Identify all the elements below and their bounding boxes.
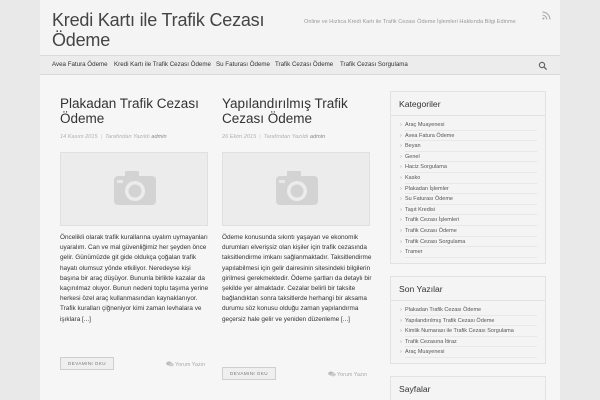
comment-label: Yorum Yazın	[175, 362, 206, 368]
post-thumbnail[interactable]	[60, 152, 208, 226]
post-author[interactable]: admin	[151, 134, 166, 140]
read-more-button[interactable]: DEVAMINI OKU	[222, 367, 276, 380]
rss-icon[interactable]	[542, 11, 551, 20]
recent-post-link[interactable]: Yapılandırılmış Trafik Cezası Ödeme	[400, 316, 537, 327]
nav-item-avea[interactable]: Avea Fatura Ödeme	[52, 61, 108, 68]
nav-item-su-faturasi[interactable]: Su Faturası Ödeme	[216, 61, 270, 68]
categories-widget: Kategoriler Araç Muayenesi Avea Fatura Ö…	[390, 91, 546, 264]
recent-post-link[interactable]: Kimlik Numarası ile Trafik Cezası Sorgul…	[400, 326, 537, 337]
post-title[interactable]: Plakadan Trafik Cezası Ödeme	[60, 96, 208, 128]
post-card: Plakadan Trafik Cezası Ödeme 14 Kasım 20…	[60, 96, 208, 323]
category-link[interactable]: Beyan	[400, 141, 537, 152]
widget-title: Kategoriler	[391, 92, 545, 116]
recent-post-link[interactable]: Araç Muayenesi	[400, 347, 537, 358]
category-list: Araç Muayenesi Avea Fatura Ödeme Beyan G…	[391, 116, 545, 258]
post-excerpt: Ödeme konusunda sıkıntı yaşayan ve ekono…	[222, 234, 372, 323]
site-header: Kredi Kartı ile Trafik Cezası Ödeme Onli…	[40, 0, 560, 55]
category-link[interactable]: Kasko	[400, 173, 537, 184]
camera-icon	[114, 171, 156, 205]
post-author-prefix: Tarafından Yazıldı	[263, 134, 309, 140]
camera-icon	[276, 171, 318, 205]
nav-item-trafik-cezasi-odeme[interactable]: Trafik Cezası Ödeme	[275, 61, 333, 68]
post-thumbnail[interactable]	[222, 152, 370, 226]
search-icon[interactable]	[538, 61, 548, 71]
post-date: 26 Ekim 2015	[222, 134, 257, 140]
post-excerpt: Öncelikli olarak trafik kurallarına uyal…	[60, 234, 209, 323]
widget-title: Son Yazılar	[391, 277, 545, 301]
widget-title: Sayfalar	[391, 377, 545, 400]
comment-icon	[166, 361, 174, 367]
category-link[interactable]: Avea Fatura Ödeme	[400, 131, 537, 142]
page-wrapper: Kredi Kartı ile Trafik Cezası Ödeme Onli…	[40, 0, 560, 400]
post-author[interactable]: admin	[310, 134, 325, 140]
category-link[interactable]: Trafik Cezası Sorgulama	[400, 237, 537, 248]
recent-posts-list: Plakadan Trafik Cezası Ödeme Yapılandırı…	[391, 301, 545, 358]
nav-item-kredi-karti[interactable]: Kredi Kartı ile Trafik Cezası Ödeme	[114, 61, 211, 68]
post-card: Yapılandırılmış Trafik Cezası Ödeme 26 E…	[222, 96, 372, 323]
post-meta: 26 Ekim 2015 | Tarafından Yazıldı admin	[222, 134, 326, 140]
site-tagline: Online ve Hızlıca Kredi Kartı ile Trafik…	[304, 19, 516, 25]
post-date: 14 Kasım 2015	[60, 134, 98, 140]
category-link[interactable]: Trafik Cezası Ödeme	[400, 226, 537, 237]
recent-post-link[interactable]: Plakadan Trafik Cezası Ödeme	[400, 305, 537, 316]
nav-item-trafik-cezasi-sorgulama[interactable]: Trafik Cezası Sorgulama	[340, 61, 408, 68]
post-author-prefix: Tarafından Yazıldı	[105, 134, 150, 140]
category-link[interactable]: Haciz Sorgulama	[400, 162, 537, 173]
category-link[interactable]: Su Faturası Ödeme	[400, 194, 537, 205]
comment-link[interactable]: Yorum Yazın	[328, 371, 367, 378]
category-link[interactable]: Trafik Cezası İşlemleri	[400, 215, 537, 226]
category-link[interactable]: Genel	[400, 152, 537, 163]
post-meta: 14 Kasım 2015 | Tarafından Yazıldı admin	[60, 134, 167, 140]
read-more-button[interactable]: DEVAMINI OKU	[60, 357, 114, 370]
recent-posts-widget: Son Yazılar Plakadan Trafik Cezası Ödeme…	[390, 276, 546, 364]
comment-link[interactable]: Yorum Yazın	[166, 361, 205, 368]
recent-post-link[interactable]: Trafik Cezasına İtiraz	[400, 337, 537, 348]
category-link[interactable]: Taşıt Kredisi	[400, 205, 537, 216]
category-link[interactable]: Plakadan İşlemler	[400, 184, 537, 195]
comment-label: Yorum Yazın	[337, 372, 368, 378]
comment-icon	[328, 371, 336, 377]
post-title[interactable]: Yapılandırılmış Trafik Cezası Ödeme	[222, 96, 370, 128]
main-navigation: Avea Fatura Ödeme Kredi Kartı ile Trafik…	[40, 55, 560, 75]
category-link[interactable]: Araç Muayenesi	[400, 120, 537, 131]
pages-widget: Sayfalar	[390, 376, 546, 400]
site-title[interactable]: Kredi Kartı ile Trafik Cezası Ödeme	[52, 10, 302, 50]
category-link[interactable]: Tramer	[400, 247, 537, 258]
